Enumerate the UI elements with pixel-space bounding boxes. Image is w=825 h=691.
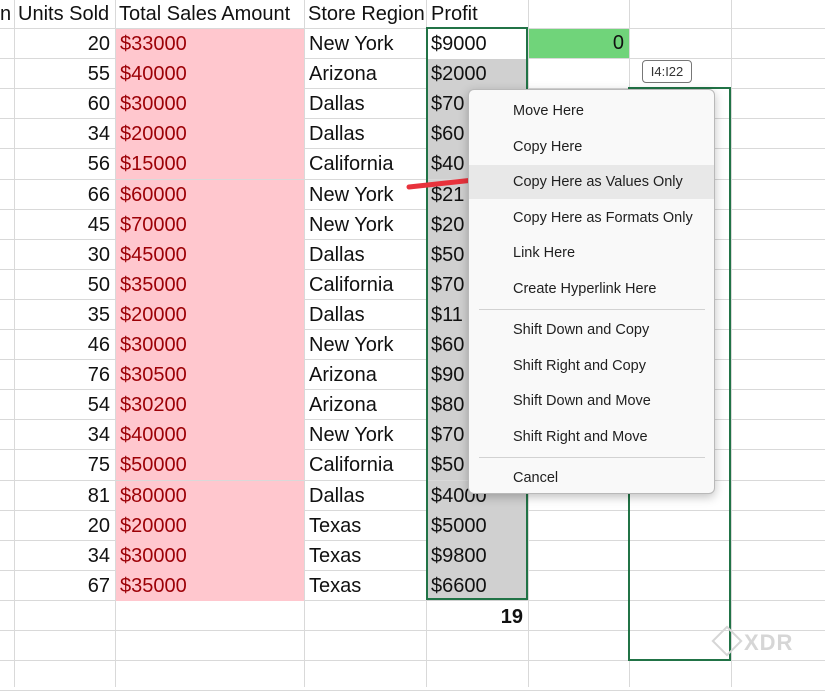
units-sold-cell[interactable]: 55 (14, 59, 114, 89)
sum-cell[interactable]: 19 (427, 602, 527, 632)
units-sold-cell[interactable]: 60 (14, 89, 114, 119)
menu-item-shift-right-and-move[interactable]: Shift Right and Move (469, 420, 714, 454)
total-sales-cell[interactable]: $30200 (116, 390, 304, 421)
units-sold-cell[interactable]: 34 (14, 541, 114, 571)
store-region-cell[interactable]: Arizona (305, 59, 425, 89)
store-region-cell[interactable]: New York (305, 210, 425, 240)
total-sales-cell[interactable]: $30000 (116, 89, 304, 120)
units-sold-cell[interactable]: 50 (14, 270, 114, 300)
table-row[interactable]: 20 $33000 New York $9000 (0, 29, 825, 59)
units-sold-cell[interactable]: 54 (14, 390, 114, 420)
store-region-cell[interactable]: Dallas (305, 240, 425, 270)
store-region-cell[interactable]: California (305, 450, 425, 480)
units-sold-cell[interactable]: 20 (14, 511, 114, 541)
store-region-cell[interactable]: Dallas (305, 89, 425, 119)
watermark-logo: XDR (711, 625, 794, 657)
menu-item-copy-here-as-values-only[interactable]: Copy Here as Values Only (469, 165, 714, 199)
store-region-cell[interactable]: California (305, 270, 425, 300)
menu-item-copy-here[interactable]: Copy Here (469, 130, 714, 164)
total-sales-cell[interactable]: $30000 (116, 540, 304, 571)
store-region-cell[interactable]: Texas (305, 541, 425, 571)
units-sold-cell[interactable]: 56 (14, 149, 114, 179)
total-sales-cell[interactable]: $30500 (116, 360, 304, 391)
header-profit: Profit (431, 3, 478, 25)
range-tooltip: I4:I22 (642, 60, 692, 83)
menu-item-shift-right-and-copy[interactable]: Shift Right and Copy (469, 349, 714, 383)
header-store-region: Store Region (308, 3, 425, 25)
units-sold-cell[interactable]: 67 (14, 571, 114, 601)
store-region-cell[interactable]: Arizona (305, 360, 425, 390)
store-region-cell[interactable]: Texas (305, 571, 425, 601)
total-sales-cell[interactable]: $33000 (116, 29, 304, 59)
menu-item-copy-here-as-formats-only[interactable]: Copy Here as Formats Only (469, 201, 714, 235)
units-sold-cell[interactable]: 35 (14, 300, 114, 330)
store-region-cell[interactable]: New York (305, 420, 425, 450)
total-sales-cell[interactable]: $35000 (116, 269, 304, 300)
header-units-sold: Units Sold (18, 3, 110, 25)
units-sold-cell[interactable]: 30 (14, 240, 114, 270)
total-sales-cell[interactable]: $35000 (116, 570, 304, 601)
units-sold-cell[interactable]: 75 (14, 450, 114, 480)
table-row[interactable]: 55 $40000 Arizona $2000 (0, 59, 825, 90)
watermark-text: XDR (744, 630, 794, 655)
total-sales-cell[interactable]: $20000 (116, 299, 304, 330)
units-sold-cell[interactable]: 20 (14, 29, 114, 59)
units-sold-cell[interactable]: 46 (14, 330, 114, 360)
total-sales-cell[interactable]: $40000 (116, 59, 304, 90)
total-sales-cell[interactable]: $40000 (116, 420, 304, 451)
total-sales-cell[interactable]: $50000 (116, 450, 304, 481)
store-region-cell[interactable]: Dallas (305, 119, 425, 149)
menu-item-link-here[interactable]: Link Here (469, 236, 714, 270)
total-sales-cell[interactable]: $20000 (116, 510, 304, 541)
menu-item-create-hyperlink-here[interactable]: Create Hyperlink Here (469, 272, 714, 306)
menu-separator (479, 457, 705, 458)
total-sales-cell[interactable]: $20000 (116, 119, 304, 150)
units-sold-cell[interactable]: 76 (14, 360, 114, 390)
total-sales-cell[interactable]: $30000 (116, 330, 304, 360)
store-region-cell[interactable]: Texas (305, 511, 425, 541)
units-sold-cell[interactable]: 81 (14, 481, 114, 511)
units-sold-cell[interactable]: 34 (14, 420, 114, 450)
units-sold-cell[interactable]: 34 (14, 119, 114, 149)
total-sales-cell[interactable]: $45000 (116, 239, 304, 270)
store-region-cell[interactable]: Dallas (305, 481, 425, 511)
menu-item-move-here[interactable]: Move Here (469, 94, 714, 128)
drag-context-menu[interactable]: Move Here Copy Here Copy Here as Values On… (468, 89, 715, 494)
store-region-cell[interactable]: New York (305, 29, 425, 59)
total-sales-cell[interactable]: $80000 (116, 480, 304, 511)
units-sold-cell[interactable]: 45 (14, 210, 114, 240)
menu-separator (479, 309, 705, 310)
xdr-logo-icon (711, 625, 743, 657)
total-sales-cell[interactable]: $15000 (116, 149, 304, 180)
menu-item-cancel[interactable]: Cancel (469, 461, 714, 495)
result-cell[interactable]: 0 (529, 29, 629, 58)
total-sales-cell[interactable]: $70000 (116, 209, 304, 240)
units-sold-cell[interactable]: 66 (14, 180, 114, 210)
total-sales-cell[interactable]: $60000 (116, 179, 304, 210)
menu-item-shift-down-and-move[interactable]: Shift Down and Move (469, 384, 714, 418)
header-partial-column: n (0, 3, 12, 25)
store-region-cell[interactable]: Arizona (305, 390, 425, 420)
header-total-sales-amount: Total Sales Amount (119, 3, 291, 25)
store-region-cell[interactable]: New York (305, 330, 425, 360)
store-region-cell[interactable]: Dallas (305, 300, 425, 330)
menu-item-shift-down-and-copy[interactable]: Shift Down and Copy (469, 313, 714, 347)
